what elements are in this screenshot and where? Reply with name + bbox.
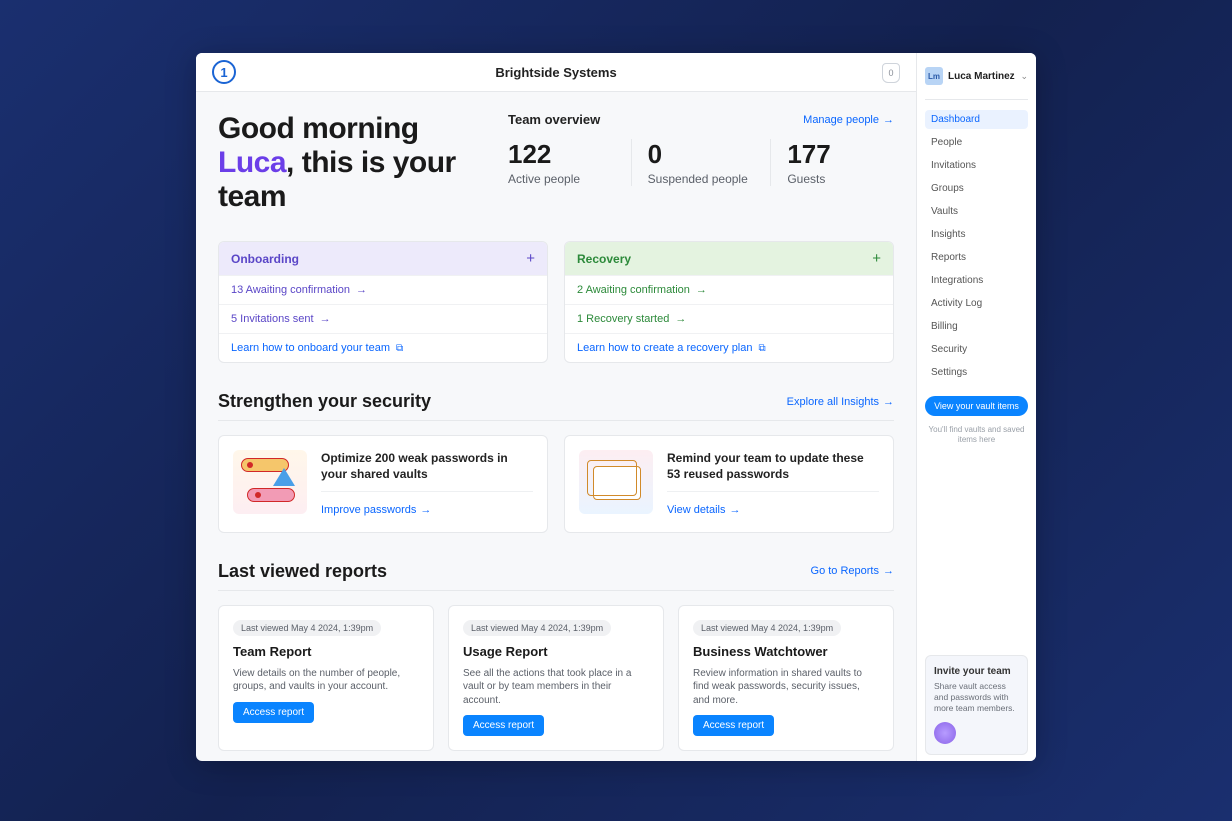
- onboarding-learn-link[interactable]: Learn how to onboard your team ⧉: [219, 333, 547, 362]
- greeting-name: Luca: [218, 146, 286, 179]
- improve-passwords-link[interactable]: Improve passwords →: [321, 504, 431, 516]
- arrow-right-icon: →: [356, 284, 367, 296]
- recovery-row-awaiting[interactable]: 2 Awaiting confirmation →: [565, 275, 893, 304]
- invite-team-card[interactable]: Invite your team Share vault access and …: [925, 655, 1028, 755]
- onboarding-row-invitations[interactable]: 5 Invitations sent →: [219, 304, 547, 333]
- arrow-right-icon: →: [675, 313, 686, 325]
- header: 1 Brightside Systems 0: [196, 53, 916, 92]
- insight-weak-passwords: Optimize 200 weak passwords in your shar…: [218, 435, 548, 532]
- reused-password-icon: [579, 450, 653, 514]
- nav-groups[interactable]: Groups: [925, 179, 1028, 198]
- view-details-link[interactable]: View details →: [667, 504, 741, 516]
- vault-hint: You'll find vaults and saved items here: [925, 425, 1028, 446]
- last-viewed-badge: Last viewed May 4 2024, 1:39pm: [233, 620, 381, 636]
- recovery-title: Recovery: [577, 252, 631, 266]
- stat-guests: 177 Guests: [771, 139, 894, 186]
- nav-settings[interactable]: Settings: [925, 363, 1028, 382]
- avatar: Lm: [925, 67, 943, 85]
- recovery-row-started[interactable]: 1 Recovery started →: [565, 304, 893, 333]
- nav-dashboard[interactable]: Dashboard: [925, 110, 1028, 129]
- last-viewed-badge: Last viewed May 4 2024, 1:39pm: [463, 620, 611, 636]
- people-icon: [934, 722, 956, 744]
- reports-title: Last viewed reports: [218, 561, 387, 582]
- arrow-right-icon: →: [730, 504, 741, 516]
- nav-vaults[interactable]: Vaults: [925, 202, 1028, 221]
- recovery-learn-link[interactable]: Learn how to create a recovery plan ⧉: [565, 333, 893, 362]
- onboarding-card: Onboarding + 13 Awaiting confirmation → …: [218, 241, 548, 363]
- nav-integrations[interactable]: Integrations: [925, 271, 1028, 290]
- nav-people[interactable]: People: [925, 133, 1028, 152]
- insight-reused-passwords: Remind your team to update these 53 reus…: [564, 435, 894, 532]
- overview-title: Team overview: [508, 112, 600, 127]
- external-link-icon: ⧉: [396, 343, 403, 354]
- logo-icon: 1: [212, 60, 236, 84]
- access-report-button[interactable]: Access report: [233, 702, 314, 723]
- manage-people-link[interactable]: Manage people →: [803, 114, 894, 126]
- access-report-button[interactable]: Access report: [693, 715, 774, 736]
- arrow-right-icon: →: [883, 114, 894, 126]
- sidebar: Lm Luca Martinez ⌄ Dashboard People Invi…: [916, 53, 1036, 761]
- onboarding-title: Onboarding: [231, 252, 299, 266]
- nav-insights[interactable]: Insights: [925, 225, 1028, 244]
- last-viewed-badge: Last viewed May 4 2024, 1:39pm: [693, 620, 841, 636]
- report-card-usage: Last viewed May 4 2024, 1:39pm Usage Rep…: [448, 605, 664, 752]
- nav-billing[interactable]: Billing: [925, 317, 1028, 336]
- report-card-team: Last viewed May 4 2024, 1:39pm Team Repo…: [218, 605, 434, 752]
- greeting-line1: Good morning: [218, 112, 419, 145]
- stat-active: 122 Active people: [508, 139, 632, 186]
- access-report-button[interactable]: Access report: [463, 715, 544, 736]
- greeting: Good morning Luca, this is your team: [218, 112, 468, 213]
- recovery-card: Recovery + 2 Awaiting confirmation → 1 R…: [564, 241, 894, 363]
- user-menu[interactable]: Lm Luca Martinez ⌄: [925, 67, 1028, 85]
- nav-reports[interactable]: Reports: [925, 248, 1028, 267]
- arrow-right-icon: →: [320, 313, 331, 325]
- notification-badge[interactable]: 0: [882, 63, 900, 83]
- view-vault-items-button[interactable]: View your vault items: [925, 396, 1028, 416]
- goto-reports-link[interactable]: Go to Reports →: [811, 565, 894, 577]
- arrow-right-icon: →: [696, 284, 707, 296]
- nav-security[interactable]: Security: [925, 340, 1028, 359]
- report-card-watchtower: Last viewed May 4 2024, 1:39pm Business …: [678, 605, 894, 752]
- recovery-add-button[interactable]: +: [872, 250, 881, 267]
- security-title: Strengthen your security: [218, 391, 431, 412]
- chevron-down-icon: ⌄: [1020, 71, 1028, 82]
- arrow-right-icon: →: [883, 396, 894, 408]
- external-link-icon: ⧉: [759, 343, 766, 354]
- weak-password-icon: [233, 450, 307, 514]
- arrow-right-icon: →: [420, 504, 431, 516]
- org-name: Brightside Systems: [495, 65, 616, 80]
- arrow-right-icon: →: [883, 565, 894, 577]
- nav-invitations[interactable]: Invitations: [925, 156, 1028, 175]
- stat-suspended: 0 Suspended people: [632, 139, 772, 186]
- nav-activity-log[interactable]: Activity Log: [925, 294, 1028, 313]
- onboarding-add-button[interactable]: +: [526, 250, 535, 267]
- onboarding-row-awaiting[interactable]: 13 Awaiting confirmation →: [219, 275, 547, 304]
- explore-insights-link[interactable]: Explore all Insights →: [787, 396, 894, 408]
